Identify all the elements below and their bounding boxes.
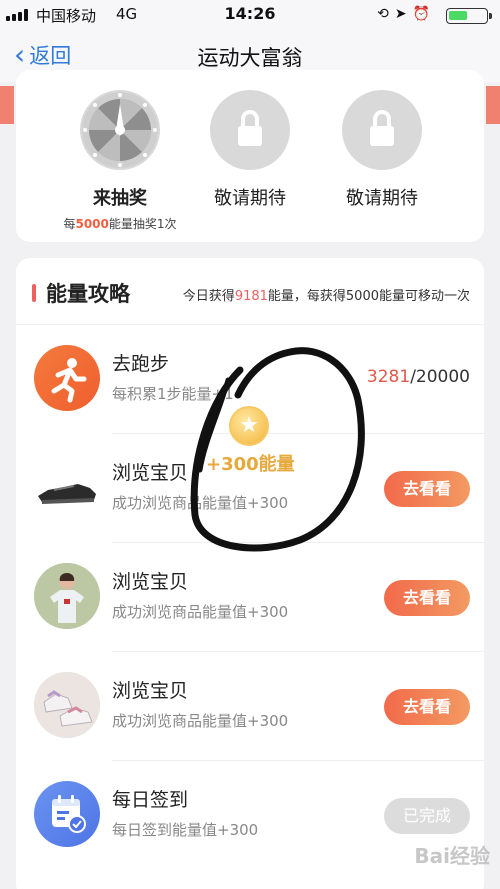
- task-row-browse-3[interactable]: 浏览宝贝 成功浏览商品能量值+300 去看看: [16, 652, 484, 761]
- go-view-button[interactable]: 去看看: [384, 689, 470, 725]
- coming-soon-label: 敬请期待: [346, 188, 418, 209]
- calendar-check-icon: [34, 781, 100, 847]
- alarm-icon: ⏰: [412, 6, 436, 22]
- lottery-card: 来抽奖 每5000能量抽奖1次 敬请期待 敬请期待: [16, 70, 484, 242]
- location-icon: ➤: [394, 6, 413, 22]
- page-title: 运动大富翁: [197, 46, 303, 70]
- task-title: 每日签到: [112, 789, 189, 811]
- task-title: 浏览宝贝: [112, 680, 189, 702]
- energy-summary: 今日获得9181能量，每获得5000能量可移动一次: [182, 289, 470, 304]
- product-sneakers-image: [34, 672, 100, 738]
- lock-icon: [342, 90, 422, 170]
- right-edge-decoration: [486, 86, 500, 124]
- watermark: Bai经验: [414, 844, 490, 868]
- task-title: 浏览宝贝: [112, 462, 189, 484]
- rotation-lock-icon: ⟲: [377, 6, 395, 22]
- lottery-slot-locked-1: 敬请期待: [190, 90, 310, 210]
- completed-button[interactable]: 已完成: [384, 798, 470, 834]
- task-subtitle: 成功浏览商品能量值+300: [112, 603, 289, 621]
- prize-wheel-icon: [80, 90, 160, 170]
- battery-icon: [446, 8, 492, 24]
- go-view-button[interactable]: 去看看: [384, 580, 470, 616]
- coming-soon-label: 敬请期待: [214, 188, 286, 209]
- status-icons: ⟲➤⏰: [377, 6, 436, 22]
- lottery-slot-draw[interactable]: 来抽奖 每5000能量抽奖1次: [60, 90, 180, 232]
- lottery-label: 来抽奖: [93, 188, 147, 209]
- section-title: 能量攻略: [46, 282, 130, 306]
- running-icon: [34, 345, 100, 411]
- lottery-rule: 每5000能量抽奖1次: [63, 217, 177, 231]
- task-subtitle: 每日签到能量值+300: [112, 821, 259, 839]
- star-coin-icon: ★: [229, 406, 269, 446]
- section-accent-bar: [32, 284, 36, 302]
- task-subtitle: 成功浏览商品能量值+300: [112, 712, 289, 730]
- lock-icon: [210, 90, 290, 170]
- status-bar: 中国移动 4G 14:26 ⟲➤⏰: [0, 0, 500, 30]
- reward-popup-text: +300能量: [206, 454, 295, 475]
- product-shoe-image: [34, 454, 100, 520]
- lottery-slot-locked-2: 敬请期待: [322, 90, 442, 210]
- task-title: 去跑步: [112, 353, 170, 375]
- left-edge-decoration: [0, 86, 14, 124]
- step-progress: 3281/20000: [366, 367, 470, 387]
- product-tshirt-image: [34, 563, 100, 629]
- task-title: 浏览宝贝: [112, 571, 189, 593]
- go-view-button[interactable]: 去看看: [384, 471, 470, 507]
